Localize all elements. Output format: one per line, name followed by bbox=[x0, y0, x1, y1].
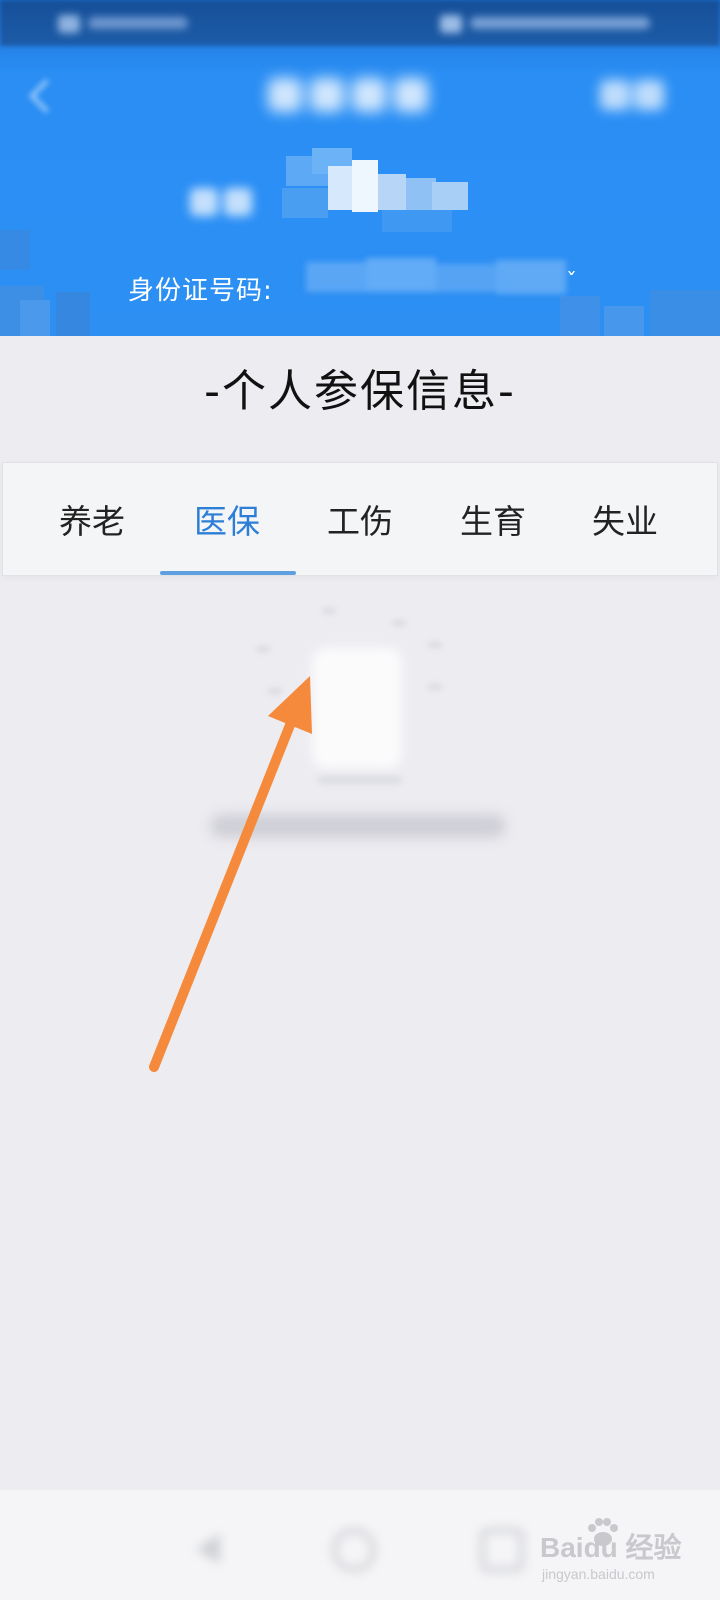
name-label-blurred bbox=[190, 188, 260, 222]
empty-state-illustration-icon bbox=[314, 650, 400, 766]
baidu-jingyan-watermark: Baidu 经验 jingyan.baidu.com bbox=[540, 1512, 710, 1590]
sparkle-icon bbox=[322, 608, 336, 614]
tab-maternity[interactable]: 生育 bbox=[426, 463, 560, 575]
name-value-mosaic bbox=[282, 148, 478, 238]
back-icon[interactable] bbox=[186, 1528, 230, 1572]
watermark-url: jingyan.baidu.com bbox=[542, 1566, 655, 1582]
recent-apps-icon[interactable] bbox=[480, 1528, 524, 1572]
tab-medical[interactable]: 医保 bbox=[160, 463, 294, 575]
id-number-tail: ˇ bbox=[566, 270, 577, 295]
empty-illustration-shadow bbox=[318, 776, 402, 784]
status-bar-left-blurred bbox=[58, 12, 188, 34]
active-tab-indicator bbox=[160, 571, 296, 575]
header-banner: 身份证号码: ˇ bbox=[0, 0, 720, 336]
home-icon[interactable] bbox=[332, 1528, 376, 1572]
sparkle-icon bbox=[256, 646, 270, 652]
sparkle-icon bbox=[268, 688, 282, 694]
tab-work-injury[interactable]: 工伤 bbox=[293, 463, 427, 575]
watermark-main-text: Baidu 经验 bbox=[540, 1532, 682, 1563]
empty-state-message-blurred bbox=[210, 814, 506, 838]
insurance-tab-bar: 养老 医保 工伤 生育 失业 bbox=[2, 462, 718, 576]
sparkle-icon bbox=[428, 642, 442, 648]
back-arrow-icon[interactable] bbox=[29, 79, 63, 113]
section-title: -个人参保信息- bbox=[204, 366, 516, 417]
page-title-blurred bbox=[268, 78, 444, 118]
id-number-label: 身份证号码: bbox=[128, 276, 273, 306]
tab-pension[interactable]: 养老 bbox=[25, 463, 159, 575]
tab-unemployment[interactable]: 失业 bbox=[558, 463, 692, 575]
id-number-mosaic bbox=[306, 258, 586, 302]
sparkle-icon bbox=[428, 684, 442, 690]
header-action-blurred[interactable] bbox=[600, 80, 670, 114]
status-bar-right-blurred bbox=[440, 12, 660, 34]
sparkle-icon bbox=[392, 620, 406, 626]
empty-state bbox=[0, 600, 720, 860]
